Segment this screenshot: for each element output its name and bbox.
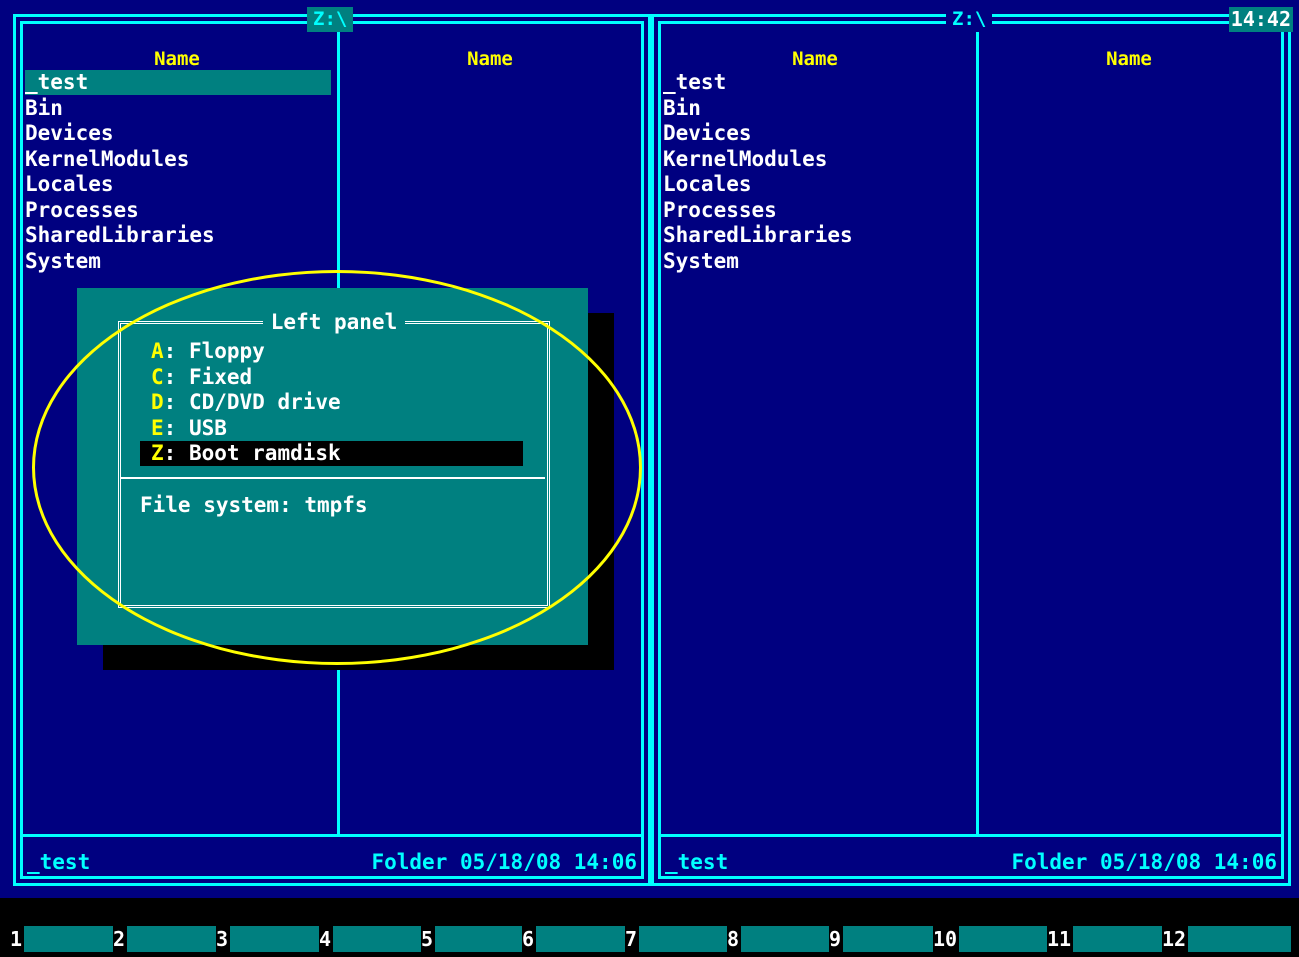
function-key-bar: 1 2 3 4 5 6 7 8 9 10 11 12 <box>0 925 1299 953</box>
function-key-label-box <box>24 926 113 952</box>
function-key-3[interactable]: 3 <box>216 925 319 953</box>
function-key-number: 7 <box>625 927 638 951</box>
highlight-ellipse-annotation <box>32 270 642 665</box>
function-key-label-box <box>536 926 625 952</box>
function-key-label-box <box>1188 926 1291 952</box>
left-file-item[interactable]: _test <box>25 70 331 95</box>
function-key-1[interactable]: 1 <box>10 925 113 953</box>
left-status-divider <box>23 834 641 837</box>
function-key-number: 6 <box>522 927 535 951</box>
function-key-label-box <box>333 926 421 952</box>
right-file-item[interactable]: KernelModules <box>663 147 969 172</box>
function-key-4[interactable]: 4 <box>319 925 421 953</box>
function-key-number: 11 <box>1047 927 1072 951</box>
left-file-item[interactable]: Bin <box>25 96 331 121</box>
function-key-label-box <box>127 926 216 952</box>
function-key-number: 4 <box>319 927 332 951</box>
function-key-8[interactable]: 8 <box>727 925 829 953</box>
left-file-item[interactable]: KernelModules <box>25 147 331 172</box>
right-file-item[interactable]: Bin <box>663 96 969 121</box>
function-key-label-box <box>230 926 319 952</box>
function-key-label-box <box>959 926 1047 952</box>
left-file-item[interactable]: Processes <box>25 198 331 223</box>
function-key-label-box <box>639 926 727 952</box>
right-status-divider <box>661 834 1281 837</box>
function-key-number: 5 <box>421 927 434 951</box>
function-key-number: 3 <box>216 927 229 951</box>
right-col-header-1: Name <box>792 48 838 70</box>
left-file-item[interactable]: System <box>25 249 331 274</box>
function-key-12[interactable]: 12 <box>1162 925 1291 953</box>
left-col-header-2: Name <box>467 48 513 70</box>
left-col-header-1: Name <box>154 48 200 70</box>
clock: 14:42 <box>1228 7 1293 32</box>
right-panel[interactable]: Z:\ Name Name _test Bin Devices KernelModul… <box>651 7 1291 886</box>
function-key-9[interactable]: 9 <box>829 925 933 953</box>
left-status-filename: _test <box>27 850 91 874</box>
right-status-filename: _test <box>665 850 729 874</box>
right-path-label[interactable]: Z:\ <box>946 7 993 32</box>
function-key-label-box <box>843 926 933 952</box>
function-key-11[interactable]: 11 <box>1047 925 1162 953</box>
right-file-item[interactable]: System <box>663 249 969 274</box>
function-key-number: 8 <box>727 927 740 951</box>
function-key-number: 12 <box>1162 927 1187 951</box>
right-file-item[interactable]: SharedLibraries <box>663 223 969 248</box>
right-file-item[interactable]: Devices <box>663 121 969 146</box>
function-key-label-box <box>435 926 522 952</box>
right-col-header-2: Name <box>1106 48 1152 70</box>
right-file-item[interactable]: _test <box>663 70 969 95</box>
function-key-7[interactable]: 7 <box>625 925 727 953</box>
function-key-6[interactable]: 6 <box>522 925 625 953</box>
right-file-item[interactable]: Processes <box>663 198 969 223</box>
left-path-label[interactable]: Z:\ <box>307 7 354 32</box>
left-file-item[interactable]: Devices <box>25 121 331 146</box>
function-key-number: 1 <box>10 927 23 951</box>
left-status-info: Folder 05/18/08 14:06 <box>371 850 637 874</box>
function-key-number: 2 <box>113 927 126 951</box>
right-file-item[interactable]: Locales <box>663 172 969 197</box>
function-key-10[interactable]: 10 <box>933 925 1047 953</box>
left-file-item[interactable]: SharedLibraries <box>25 223 331 248</box>
function-key-label-box <box>1073 926 1162 952</box>
function-key-5[interactable]: 5 <box>421 925 522 953</box>
left-file-item[interactable]: Locales <box>25 172 331 197</box>
right-column-divider <box>976 24 979 836</box>
right-status-info: Folder 05/18/08 14:06 <box>1011 850 1277 874</box>
function-key-number: 9 <box>829 927 842 951</box>
function-key-number: 10 <box>933 927 958 951</box>
function-key-label-box <box>741 926 829 952</box>
function-key-2[interactable]: 2 <box>113 925 216 953</box>
